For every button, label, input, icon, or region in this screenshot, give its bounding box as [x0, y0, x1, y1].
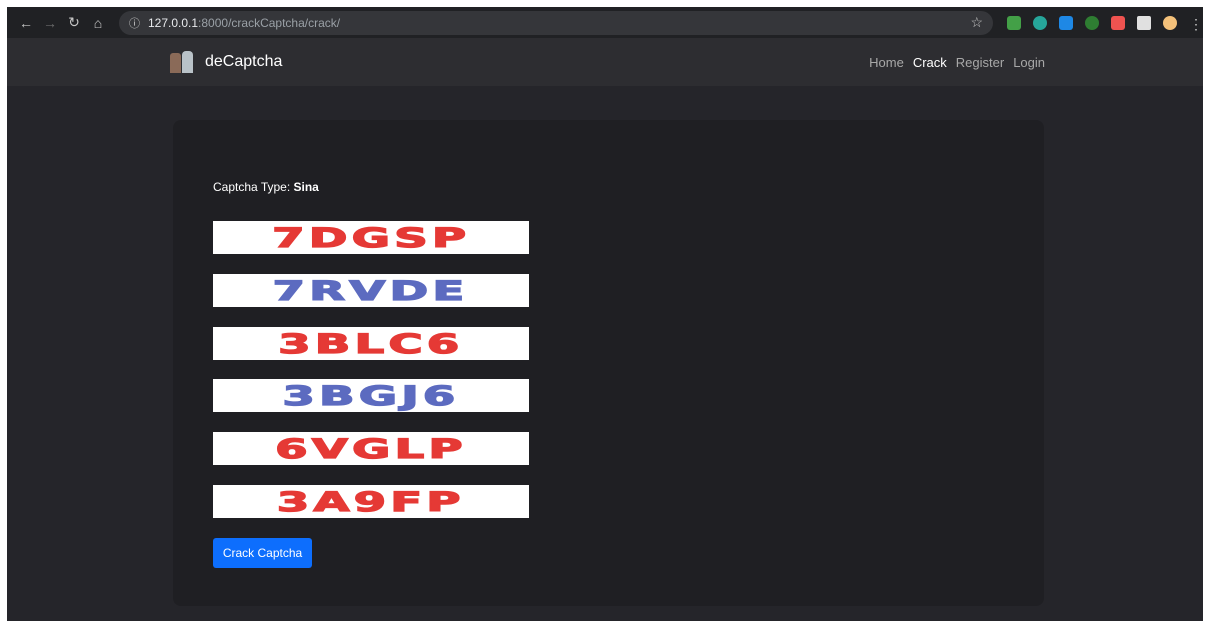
browser-toolbar: ← → ↻ ⌂ ⓘ 127.0.0.1:8000/crackCaptcha/cr…	[7, 7, 1203, 38]
brand-logo	[170, 50, 196, 74]
brand[interactable]: deCaptcha	[170, 50, 282, 74]
home-icon[interactable]: ⌂	[87, 12, 109, 34]
captcha-image: 3BGJ6	[213, 379, 529, 412]
captcha-text: 3BLC6	[277, 327, 464, 360]
browser-window: ← → ↻ ⌂ ⓘ 127.0.0.1:8000/crackCaptcha/cr…	[7, 7, 1203, 621]
reload-icon[interactable]: ↻	[63, 12, 85, 34]
captcha-text: 3A9FP	[276, 485, 465, 518]
page-content: Captcha Type: Sina 7DGSP 7RVDE 3BLC6 3BG…	[7, 86, 1203, 621]
puzzle-icon[interactable]	[1137, 15, 1151, 30]
captcha-text: 7RVDE	[272, 274, 469, 307]
nav-link-login[interactable]: Login	[1013, 55, 1045, 70]
captcha-image: 3A9FP	[213, 485, 529, 518]
captcha-type-line: Captcha Type: Sina	[213, 180, 319, 194]
nav-link-home[interactable]: Home	[869, 55, 904, 70]
captcha-text: 7DGSP	[271, 221, 471, 254]
captcha-image: 6VGLP	[213, 432, 529, 465]
extension-icon[interactable]	[1033, 15, 1047, 30]
captcha-image: 3BLC6	[213, 327, 529, 360]
captcha-card: Captcha Type: Sina 7DGSP 7RVDE 3BLC6 3BG…	[173, 120, 1044, 606]
back-arrow-icon[interactable]: ←	[15, 12, 37, 34]
url-host: 127.0.0.1	[148, 15, 199, 30]
star-icon[interactable]: ☆	[970, 14, 983, 31]
extension-icon[interactable]	[1007, 15, 1021, 30]
extension-icon[interactable]	[1059, 15, 1073, 30]
captcha-type-value: Sina	[293, 180, 319, 194]
brand-name: deCaptcha	[205, 53, 283, 70]
url-path: :8000/crackCaptcha/crack/	[198, 15, 341, 30]
forward-arrow-icon[interactable]: →	[39, 12, 61, 34]
info-icon[interactable]: ⓘ	[129, 15, 140, 31]
address-bar[interactable]: ⓘ 127.0.0.1:8000/crackCaptcha/crack/ ☆	[119, 10, 993, 35]
captcha-type-label: Captcha Type:	[213, 180, 291, 194]
site-navbar: deCaptcha Home Crack Register Login	[7, 38, 1203, 86]
captcha-image: 7DGSP	[213, 221, 529, 254]
extension-icon[interactable]	[1111, 15, 1125, 30]
nav-link-register[interactable]: Register	[956, 55, 1004, 70]
nav-menu: Home Crack Register Login	[869, 55, 1045, 70]
captcha-text: 6VGLP	[274, 432, 467, 465]
crack-captcha-button[interactable]: Crack Captcha	[213, 538, 312, 568]
nav-link-crack[interactable]: Crack	[913, 55, 947, 70]
avatar[interactable]	[1163, 15, 1177, 30]
kebab-menu-icon[interactable]: ⋮	[1189, 16, 1203, 32]
extensions-area: ⋮	[1007, 15, 1203, 32]
extension-icon[interactable]	[1085, 15, 1099, 30]
captcha-text: 3BGJ6	[281, 379, 460, 412]
captcha-image: 7RVDE	[213, 274, 529, 307]
